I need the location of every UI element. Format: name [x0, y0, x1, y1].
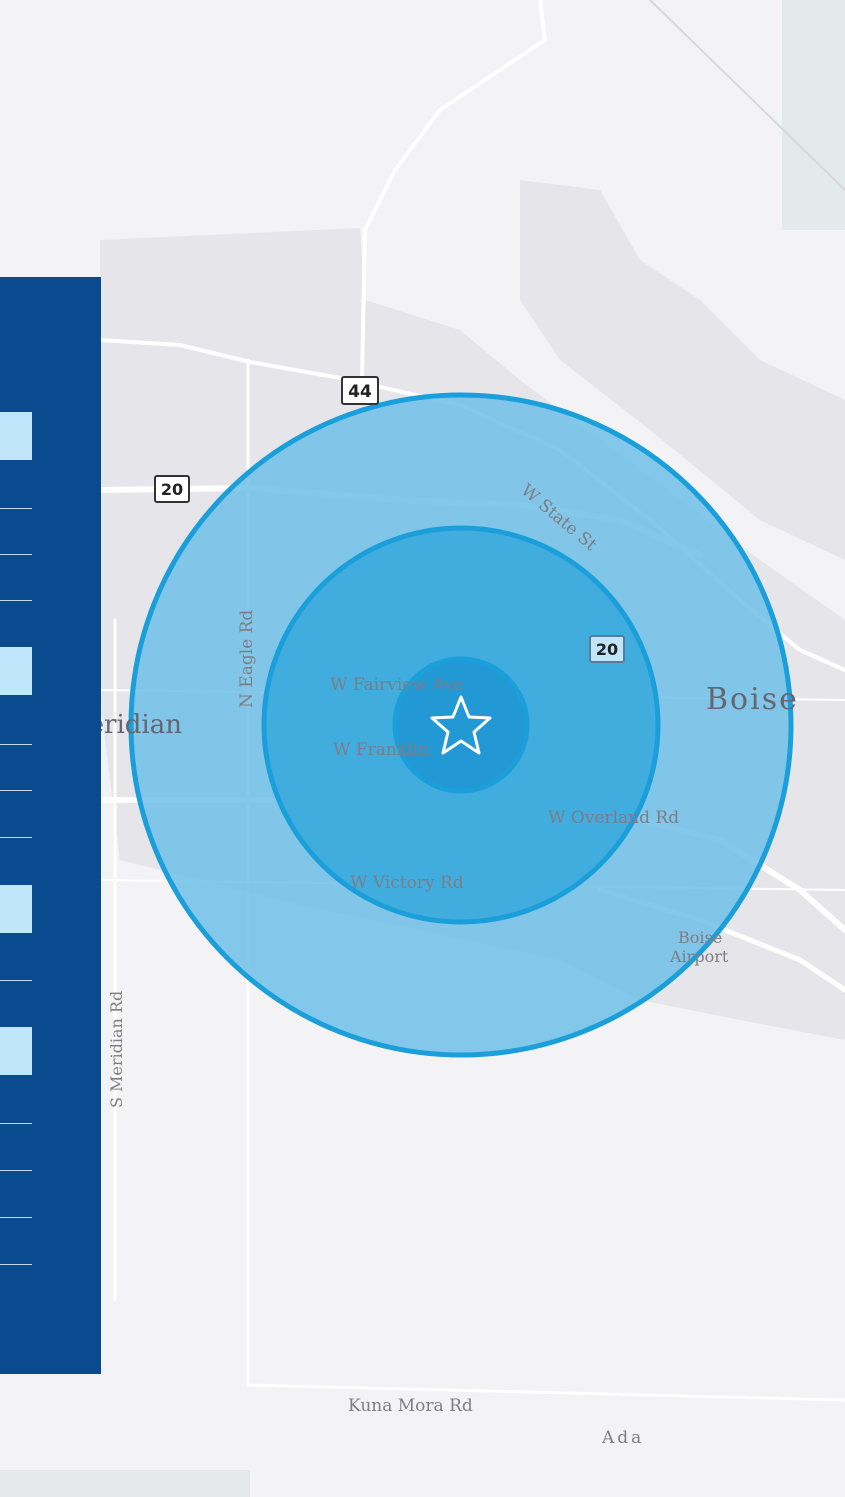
- label-s-meridian-rd: S Meridian Rd: [107, 991, 126, 1108]
- panel-divider: [0, 554, 32, 555]
- panel-divider: [0, 1264, 32, 1265]
- panel-divider: [0, 790, 32, 791]
- panel-row-highlight[interactable]: [0, 885, 32, 933]
- panel-divider: [0, 1123, 32, 1124]
- panel-divider: [0, 1217, 32, 1218]
- land-patch: [0, 1470, 250, 1497]
- label-w-fairview-ave: W Fairview Ave: [330, 675, 464, 695]
- highway-shield-20-east: 20: [589, 635, 625, 663]
- label-ada: Ada: [601, 1428, 644, 1448]
- panel-row-highlight[interactable]: [0, 647, 32, 695]
- panel-divider: [0, 1170, 32, 1171]
- label-w-overland-rd: W Overland Rd: [548, 808, 679, 828]
- panel-row-highlight[interactable]: [0, 412, 32, 460]
- label-n-eagle-rd: N Eagle Rd: [237, 610, 257, 708]
- label-boise-airport-line2: Airport: [669, 947, 729, 966]
- svg-text:20: 20: [161, 480, 183, 499]
- side-panel: [0, 277, 101, 1374]
- map-canvas[interactable]: 44 20 20 W State St N Eagle Rd W Fairvie…: [0, 0, 845, 1497]
- label-w-franklin: W Franklin: [333, 740, 429, 760]
- water-area: [782, 0, 845, 230]
- highway-shield-20-west: 20: [154, 475, 190, 503]
- svg-text:44: 44: [348, 382, 372, 402]
- city-label-boise: Boise: [706, 682, 799, 717]
- highway-shield-44: 44: [341, 376, 379, 405]
- label-boise-airport-line1: Boise: [678, 928, 722, 947]
- label-kuna-mora-rd: Kuna Mora Rd: [348, 1396, 473, 1416]
- label-w-victory-rd: W Victory Rd: [350, 873, 464, 893]
- panel-divider: [0, 600, 32, 601]
- panel-divider: [0, 837, 32, 838]
- panel-divider: [0, 980, 32, 981]
- svg-text:20: 20: [596, 640, 618, 659]
- panel-divider: [0, 508, 32, 509]
- panel-row-highlight[interactable]: [0, 1027, 32, 1075]
- panel-divider: [0, 744, 32, 745]
